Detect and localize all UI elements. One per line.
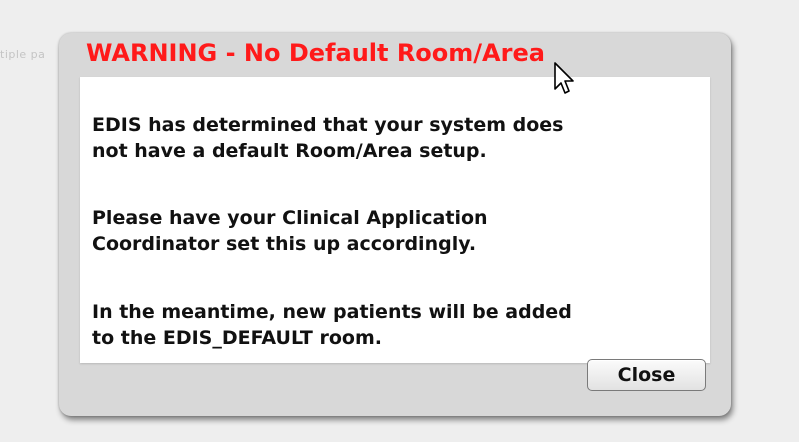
- message-line: Coordinator set this up accordingly.: [92, 233, 477, 255]
- close-button[interactable]: Close: [587, 359, 706, 391]
- dialog-title: WARNING - No Default Room/Area: [86, 39, 545, 67]
- message-paragraph-2: Please have your Clinical Application Co…: [92, 205, 488, 257]
- message-line: not have a default Room/Area setup.: [92, 140, 487, 162]
- message-line: to the EDIS_DEFAULT room.: [92, 327, 382, 349]
- message-line: EDIS has determined that your system doe…: [92, 114, 564, 136]
- message-paragraph-3: In the meantime, new patients will be ad…: [92, 299, 572, 351]
- message-line: In the meantime, new patients will be ad…: [92, 301, 572, 323]
- background-partial-text: tiple pa: [0, 48, 46, 61]
- mouse-pointer-icon: [554, 62, 574, 94]
- dialog-message-panel: EDIS has determined that your system doe…: [80, 77, 710, 363]
- message-paragraph-1: EDIS has determined that your system doe…: [92, 112, 563, 164]
- warning-dialog: WARNING - No Default Room/Area EDIS has …: [59, 33, 731, 416]
- message-line: Please have your Clinical Application: [92, 207, 488, 229]
- application-window: tiple pa WARNING - No Default Room/Area …: [0, 0, 799, 442]
